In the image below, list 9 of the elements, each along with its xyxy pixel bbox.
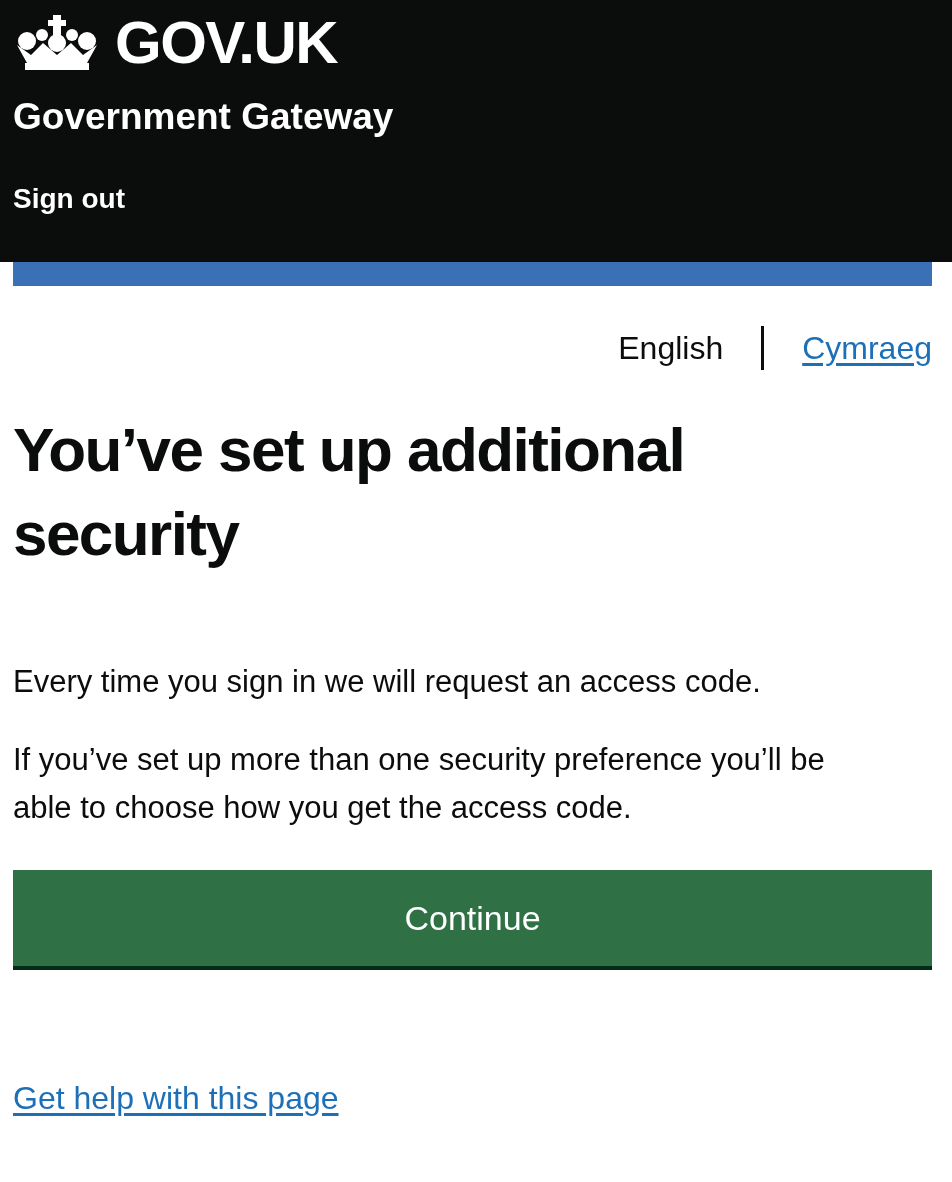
- help-link[interactable]: Get help with this page: [13, 1074, 339, 1122]
- language-current: English: [618, 329, 724, 368]
- page-heading: You’ve set up additional security: [13, 414, 686, 570]
- language-link[interactable]: Cymraeg: [802, 324, 932, 372]
- body-text: Every time you sign in we will request an access code.: [13, 663, 762, 701]
- body-text: If you’ve set up more than one security preference you’ll be able to choose how you get the access code.: [13, 741, 826, 827]
- service-name[interactable]: Government Gateway: [13, 98, 939, 135]
- sign-out-link[interactable]: Sign out: [13, 185, 939, 213]
- logo-link[interactable]: GOV.UK: [115, 13, 338, 73]
